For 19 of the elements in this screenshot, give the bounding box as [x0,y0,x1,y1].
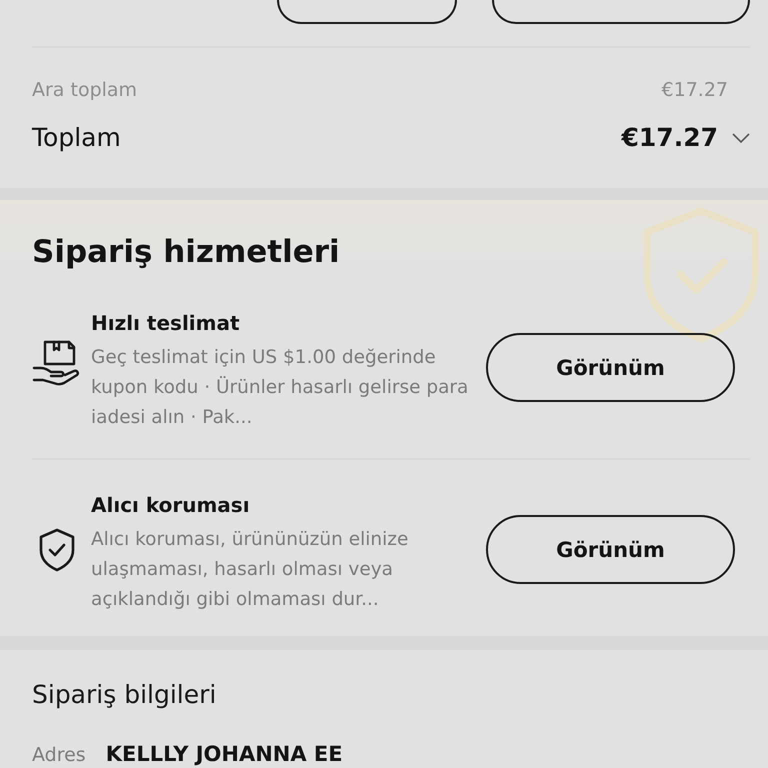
service-title: Alıcı koruması [91,492,250,519]
view-button[interactable]: Görünüm [486,515,735,584]
section-title: Sipariş hizmetleri [32,233,340,272]
action-button[interactable] [277,0,457,24]
total-label: Toplam [32,122,121,154]
shield-check-icon [38,528,76,572]
service-title: Hızlı teslimat [91,310,240,337]
service-description: Alıcı koruması, ürününüzün elinize ulaşmaması, hasarlı olması veya açıklandığı gibi olmaması dur... [91,528,410,612]
chevron-down-icon[interactable] [732,133,750,143]
section-title: Sipariş bilgileri [32,679,216,711]
service-description: Geç teslimat için US $1.00 değerinde kupon kodu · Ürünler hasarlı gelirse para iadesi alın · Pak... [91,346,470,430]
hand-package-icon [32,340,80,386]
field-value: KELLLY JOHANNA EE [106,742,343,766]
total-amount: €17.27 [622,122,718,154]
view-button[interactable]: Görünüm [486,333,735,402]
subtotal-label: Ara toplam [32,78,138,103]
action-button[interactable] [492,0,750,24]
field-label: Adres [32,743,86,767]
subtotal-amount: €17.27 [662,78,728,103]
